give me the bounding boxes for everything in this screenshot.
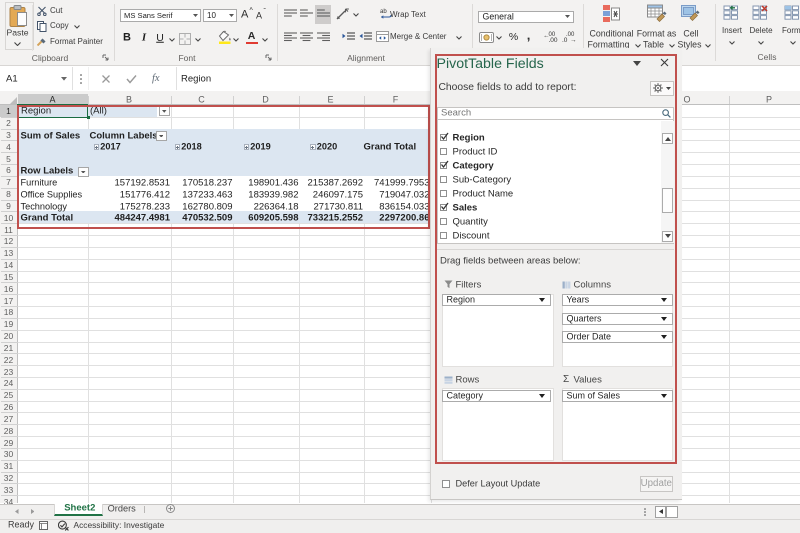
svg-text:.00: .00 [566,32,575,38]
svg-text:ab: ab [380,9,387,15]
svg-text:00: 00 [549,32,556,38]
